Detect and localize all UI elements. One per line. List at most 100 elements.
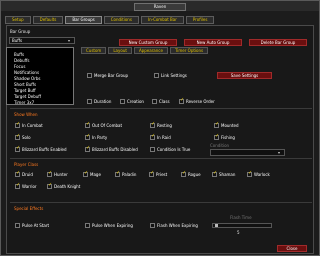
check-icon: ✓ — [16, 121, 21, 127]
menu-item-target-debuff[interactable]: Target Debuff — [14, 94, 41, 99]
class-shaman[interactable]: ✓ Shaman — [212, 171, 235, 177]
checkbox[interactable] — [154, 73, 159, 78]
flash-time-value[interactable]: 5 — [237, 230, 240, 235]
checkbox[interactable]: ✓ — [247, 171, 252, 177]
reverse-order-label: Reverse Order — [186, 99, 215, 104]
checkbox[interactable]: ✓ — [15, 171, 20, 177]
check-in-combat[interactable]: ✓ In Combat — [15, 121, 43, 128]
link-settings-check[interactable]: Link Settings — [154, 73, 187, 78]
check-blizzard-buffs-enabled[interactable]: ✓ Blizzard Buffs Enabled — [15, 146, 67, 152]
class-mage[interactable]: ✓ Mage — [83, 171, 101, 177]
checkbox[interactable]: ✓ — [115, 170, 121, 177]
checkbox[interactable]: ✓ — [214, 134, 219, 140]
checkbox[interactable] — [87, 73, 92, 78]
checkbox[interactable]: ✓ — [181, 171, 186, 177]
checkbox[interactable]: ✓ — [15, 121, 21, 128]
check-condition-is-true[interactable]: Condition Is True — [150, 147, 190, 152]
check-mounted[interactable]: ✓ Mounted — [214, 122, 239, 128]
check-pulse-at-start[interactable]: Pulse At Start — [15, 223, 49, 228]
sort-class[interactable]: Class — [152, 99, 170, 104]
checkbox[interactable]: ✓ — [47, 171, 52, 177]
checkbox[interactable]: ✓ — [85, 133, 91, 140]
checkbox[interactable]: ✓ — [150, 134, 155, 140]
check-in-raid[interactable]: ✓ In Raid — [150, 134, 171, 140]
radio[interactable] — [87, 99, 92, 104]
checkbox[interactable] — [85, 223, 90, 228]
checkbox[interactable] — [150, 223, 155, 228]
checkbox[interactable]: ✓ — [85, 146, 90, 152]
radio[interactable] — [152, 99, 157, 104]
subtab-custom[interactable]: Custom — [81, 47, 107, 54]
class-warrior[interactable]: ✓ Warrior — [15, 183, 37, 189]
subtab-layout[interactable]: Layout — [108, 47, 132, 54]
check-in-party[interactable]: ✓ In Party — [85, 133, 107, 140]
menu-item-short-buffs[interactable]: Short Buffs — [14, 82, 36, 87]
checkbox[interactable]: ✓ — [15, 183, 20, 189]
menu-item-notifications[interactable]: Notifications — [14, 70, 39, 75]
new-custom-group-button[interactable]: New Custom Group — [119, 39, 177, 46]
radio[interactable] — [120, 99, 125, 104]
check-out-of-combat[interactable]: ✓ Out Of Combat — [85, 122, 122, 128]
check-pulse-when-expiring[interactable]: Pulse When Expiring — [85, 223, 133, 228]
check-solo[interactable]: ✓ Solo — [15, 134, 31, 140]
class-rogue[interactable]: ✓ Rogue — [181, 171, 201, 177]
class-warlock[interactable]: ✓ Warlock — [247, 171, 270, 177]
checkbox[interactable]: ✓ — [212, 171, 217, 177]
check-label: Blizzard Buffs Enabled — [22, 147, 67, 152]
subtab-timer-options[interactable]: Timer Options — [169, 47, 209, 54]
check-icon: ✓ — [86, 133, 91, 139]
menu-item-timer-3x7[interactable]: Timer 3x7 — [14, 100, 34, 105]
flash-time-slider[interactable] — [212, 223, 272, 228]
tab-conditions[interactable]: Conditions — [103, 16, 139, 24]
reverse-order-check[interactable]: ✓ Reverse Order — [179, 98, 215, 104]
class-label: Mage — [90, 172, 101, 177]
condition-dropdown[interactable]: ▾ — [210, 149, 285, 156]
menu-item-shadow-orbs[interactable]: Shadow Orbs — [14, 76, 40, 81]
tab-profiles[interactable]: Profiles — [185, 16, 215, 24]
sort-duration[interactable]: Duration — [87, 99, 111, 104]
menu-item-debuffs[interactable]: Debuffs — [14, 58, 29, 63]
close-button[interactable]: Close — [277, 245, 307, 252]
checkbox[interactable]: ✓ — [150, 121, 156, 128]
class-label: Druid — [22, 172, 33, 177]
save-settings-button[interactable]: Save Settings — [217, 72, 272, 79]
checkbox[interactable]: ✓ — [15, 146, 20, 152]
menu-item-focus[interactable]: Focus — [14, 64, 25, 69]
check-fishing[interactable]: ✓ Fishing — [214, 134, 235, 140]
check-flash-when-expiring[interactable]: Flash When Expiring — [150, 223, 198, 228]
checkbox[interactable] — [150, 147, 155, 152]
checkbox[interactable]: ✓ — [15, 134, 20, 140]
checkbox[interactable]: ✓ — [47, 183, 52, 189]
sort-creation[interactable]: Creation — [120, 99, 144, 104]
tab-in-combat-bar[interactable]: In-Combat Bar — [140, 16, 184, 24]
checkbox[interactable]: ✓ — [214, 122, 219, 128]
checkbox[interactable]: ✓ — [149, 171, 154, 177]
tab-setup[interactable]: Setup — [5, 16, 31, 24]
tab-defaults[interactable]: Defaults — [32, 16, 64, 24]
class-priest[interactable]: ✓ Priest — [149, 171, 167, 177]
tab-bar-groups[interactable]: Bar Groups — [65, 16, 102, 24]
bar-group-dropdown[interactable]: Buffs ▾ — [9, 37, 75, 44]
slider-handle[interactable] — [215, 224, 218, 227]
class-paladin[interactable]: ✓ Paladin — [115, 170, 136, 177]
menu-item-buffs[interactable]: Buffs — [14, 52, 24, 57]
check-label: Blizzard Buffs Disabled — [92, 147, 138, 152]
delete-bar-group-button[interactable]: Delete Bar Group — [249, 39, 307, 46]
merge-bar-group-check[interactable]: Merge Bar Group — [87, 73, 128, 78]
checkbox[interactable]: ✓ — [179, 98, 184, 104]
checkbox[interactable]: ✓ — [83, 171, 88, 177]
condition-label: Condition — [210, 143, 230, 148]
subtab-appearance[interactable]: Appearance — [133, 47, 168, 54]
check-icon: ✓ — [116, 170, 121, 176]
check-resting[interactable]: ✓ Resting — [150, 121, 172, 128]
menu-item-target-buff[interactable]: Target Buff — [14, 88, 36, 93]
check-icon: ✓ — [151, 121, 156, 127]
checkbox[interactable] — [15, 223, 20, 228]
check-blizzard-buffs-disabled[interactable]: ✓ Blizzard Buffs Disabled — [85, 146, 138, 152]
class-hunter[interactable]: ✓ Hunter — [47, 171, 68, 177]
class-druid[interactable]: ✓ Druid — [15, 171, 33, 177]
class-death-knight[interactable]: ✓ Death Knight — [47, 183, 80, 189]
new-auto-group-button[interactable]: New Auto Group — [184, 39, 242, 46]
checkbox[interactable]: ✓ — [85, 122, 90, 128]
title-bar[interactable]: Raven — [1, 1, 319, 11]
